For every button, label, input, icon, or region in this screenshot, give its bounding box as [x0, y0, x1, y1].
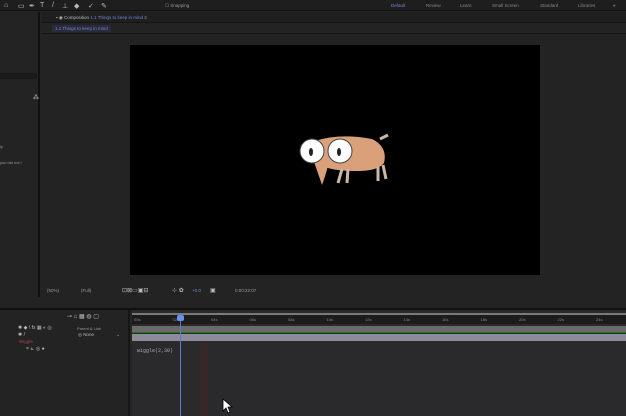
- clone-stamp-tool-icon[interactable]: ⊥: [62, 2, 68, 10]
- composition-tab[interactable]: ▪ ◉ Composition 1.1 Things to keep in mi…: [56, 15, 147, 21]
- comp-subtab[interactable]: 1.1 Things to keep in mind: [52, 25, 111, 32]
- ruler-tick-label: 20s: [519, 317, 526, 322]
- panel-search-bar[interactable]: [0, 73, 37, 79]
- creature-leg: [381, 164, 388, 180]
- parent-value: None: [83, 332, 94, 337]
- composition-tab-bar: ▪ ◉ Composition 1.1 Things to keep in mi…: [42, 12, 626, 23]
- ruler-tick-label: 24s: [596, 317, 603, 322]
- eraser-tool-icon[interactable]: ◆: [74, 2, 79, 10]
- composition-subtabs: 1.1 Things to keep in mind: [42, 23, 626, 34]
- creature-tail: [379, 133, 389, 141]
- layer-name[interactable]: Wiggle: [19, 339, 33, 344]
- layer-switches[interactable]: ✱ /: [18, 332, 25, 338]
- expression-controls-icons[interactable]: = ⊾ ◎ ●: [26, 346, 45, 352]
- pen-tool-icon[interactable]: ✒: [29, 2, 35, 10]
- composition-panel-label: Composition: [64, 15, 90, 20]
- channel-icon[interactable]: ⊹ ✿: [172, 287, 184, 294]
- snapping-label: Snapping: [170, 3, 190, 8]
- workspace-small-screen[interactable]: Small Screen: [492, 3, 519, 8]
- ruler-tick-label: 06s: [249, 317, 256, 322]
- ruler-tick-label: 10s: [326, 317, 333, 322]
- workspace-standard[interactable]: Standard: [540, 3, 558, 8]
- exposure-value[interactable]: +0.0: [192, 288, 201, 293]
- ruler-tick-label: 16s: [442, 317, 449, 322]
- puppet-tool-icon[interactable]: ✎: [101, 2, 107, 10]
- composition-viewer[interactable]: [130, 45, 540, 275]
- creature-leg: [345, 168, 350, 184]
- mouse-cursor-icon: [222, 398, 234, 414]
- brush-tool-icon[interactable]: /: [52, 2, 54, 9]
- playhead-line[interactable]: [180, 313, 181, 416]
- viewer-controls: (50%) (Full) ⊡⊠▭▣⊟ ⊹ ✿ +0.0 ▣ 0:00:22:07: [42, 284, 626, 298]
- project-panel: ⁂ ly you did not i: [0, 12, 40, 297]
- ruler-tick-label: 08s: [288, 317, 295, 322]
- flowchart-icon[interactable]: ⁂: [33, 94, 39, 101]
- creature-character: [299, 133, 389, 185]
- type-tool-icon[interactable]: T: [40, 2, 44, 9]
- composition-name: 1.1 Things to keep in mind: [90, 15, 144, 20]
- creature-leg: [336, 168, 344, 184]
- toolbar: ⌂ ▭ ✒ T / ⊥ ◆ ✓ ✎ ☐ Snapping Default Rev…: [0, 0, 626, 11]
- parent-link-header: Parent & Link: [77, 326, 102, 331]
- resolution-dropdown[interactable]: (Full): [81, 288, 91, 293]
- ruler-tick-label: 12s: [365, 317, 372, 322]
- ruler-tick-label: 00s: [134, 317, 141, 322]
- audio-region: [200, 343, 208, 416]
- expression-text[interactable]: wiggle(2,30): [137, 348, 173, 354]
- workspace-default[interactable]: Default: [391, 3, 405, 8]
- time-ruler[interactable]: 00s 02s 04s 06s 08s 10s 12s 14s 16s 18s 20s 22s 24s: [132, 313, 626, 324]
- ruler-tick-label: 14s: [403, 317, 410, 322]
- roto-brush-tool-icon[interactable]: ✓: [88, 2, 94, 10]
- workspace-libraries[interactable]: Libraries: [578, 3, 595, 8]
- ruler-tick-label: 18s: [480, 317, 487, 322]
- parent-dropdown[interactable]: ◎ None: [78, 332, 94, 338]
- layer-panel: ⊸ ⌂ ▦ ◍ ▢ ✱ ◆ \ fx ▦ ◐ ◎ Parent & Link ✱…: [0, 310, 130, 416]
- snapshot-icon[interactable]: ▣: [210, 287, 216, 294]
- view-options-icons[interactable]: ⊡⊠▭▣⊟: [122, 287, 148, 294]
- ruler-tick-label: 04s: [211, 317, 218, 322]
- magnification-dropdown[interactable]: (50%): [47, 288, 59, 293]
- ruler-tick-label: 22s: [557, 317, 564, 322]
- home-icon[interactable]: ⌂: [4, 2, 8, 9]
- more-workspaces-icon[interactable]: »: [613, 3, 616, 8]
- panel-text: you did not i: [0, 160, 22, 165]
- workspace-review[interactable]: Review: [426, 3, 441, 8]
- workspace-learn[interactable]: Learn: [460, 3, 472, 8]
- panel-text: ly: [0, 144, 3, 149]
- current-timecode[interactable]: 0:00:22:07: [235, 288, 256, 293]
- timeline-switch-icons[interactable]: ⊸ ⌂ ▦ ◍ ▢: [67, 313, 99, 320]
- layer-duration-bar[interactable]: [132, 334, 626, 341]
- work-area-bar[interactable]: [132, 326, 626, 333]
- layer-switch-icons[interactable]: ✱ ◆ \ fx ▦ ◐ ◎: [18, 325, 52, 331]
- playhead-handle[interactable]: [177, 315, 184, 321]
- snapping-checkbox[interactable]: ☐ Snapping: [165, 3, 189, 9]
- chevron-down-icon[interactable]: ⌄: [116, 332, 120, 338]
- rectangle-tool-icon[interactable]: ▭: [18, 2, 25, 10]
